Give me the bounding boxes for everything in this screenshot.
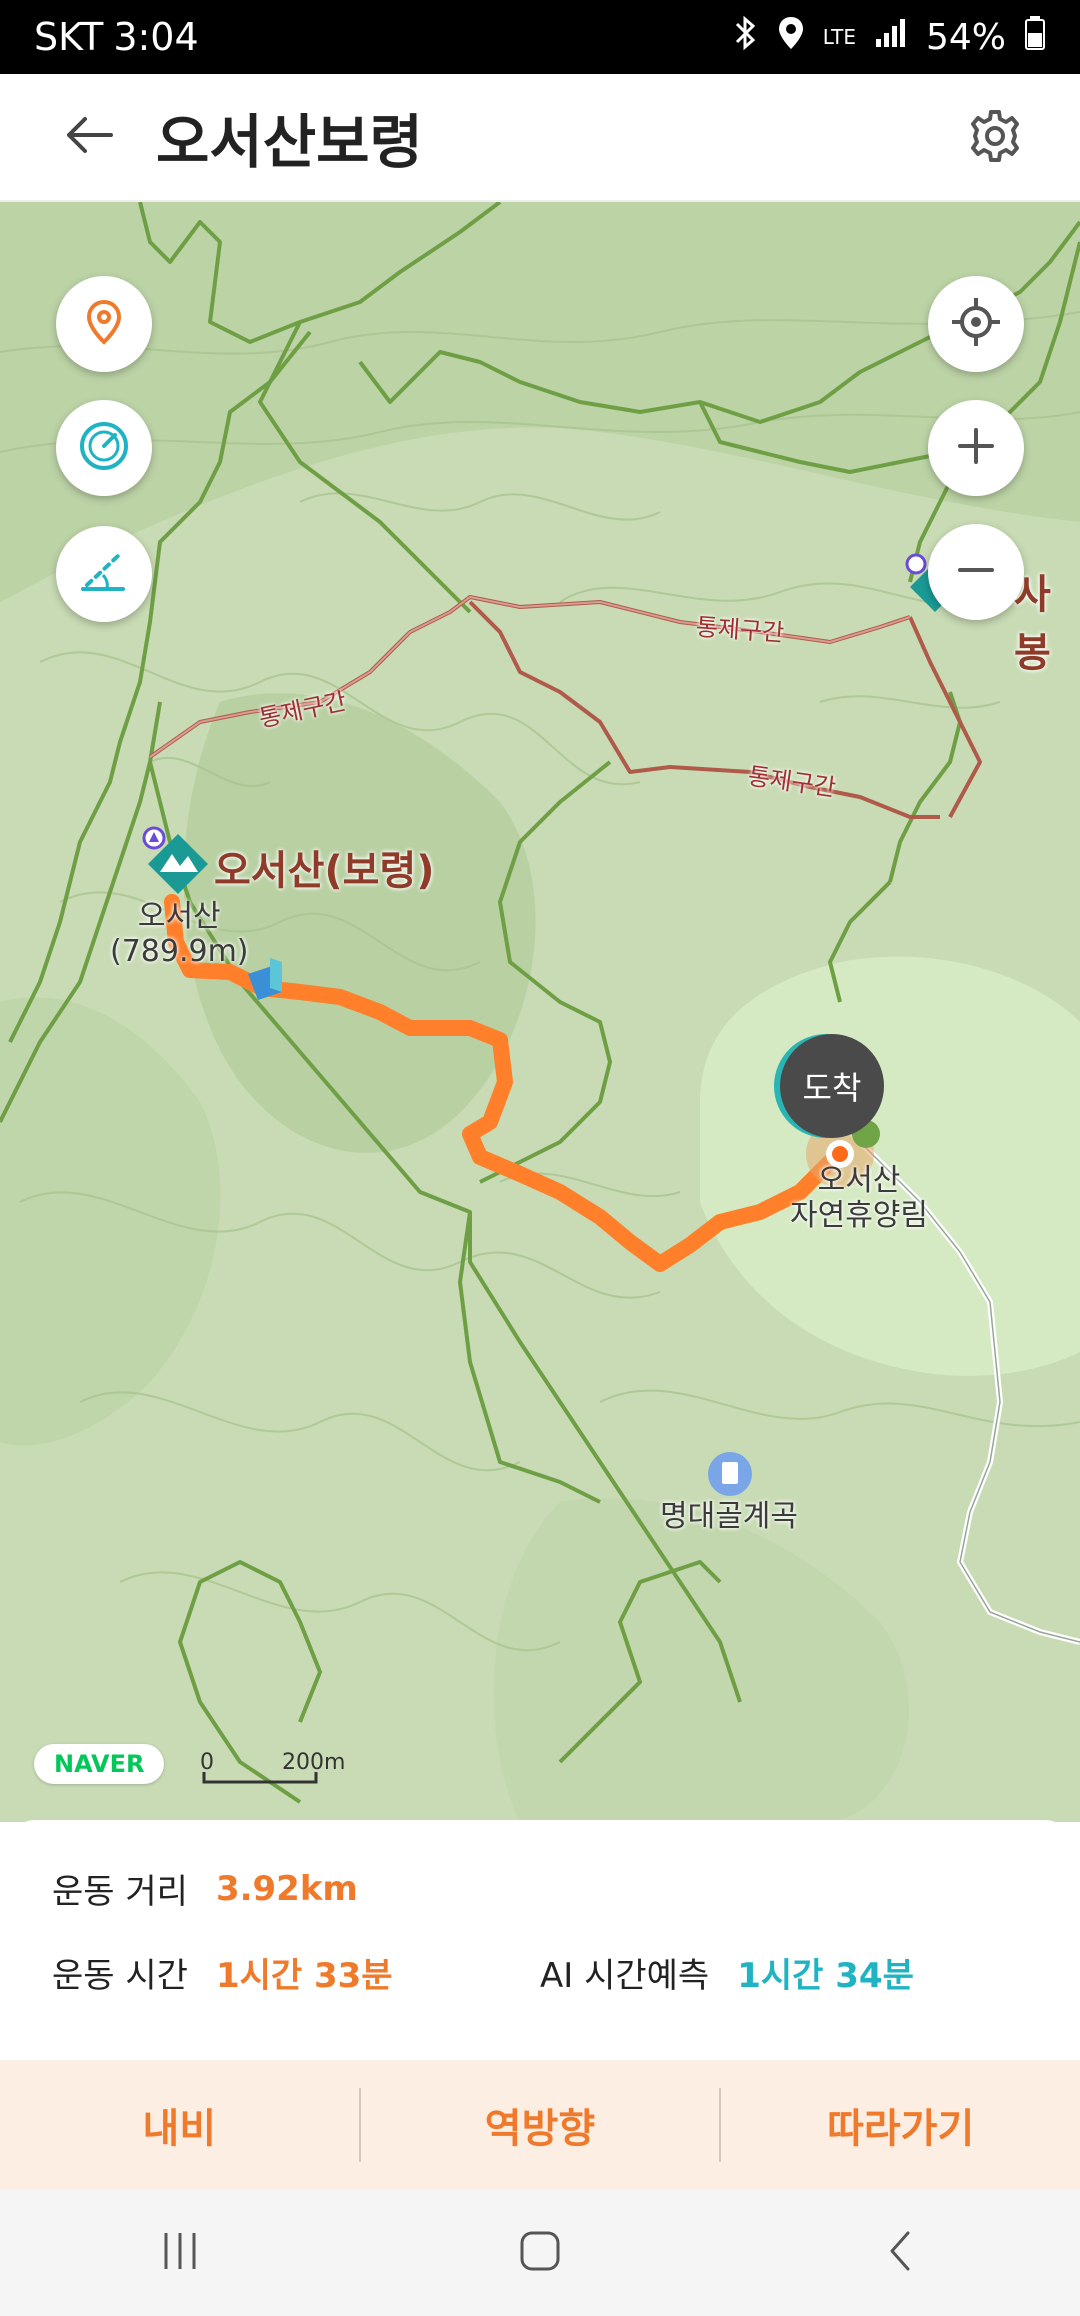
peak-elevation-label: 오서산 (789.9m) (110, 899, 249, 969)
battery-percent: 54% (925, 16, 1006, 58)
speed-button[interactable] (56, 400, 152, 496)
crosshair-icon (950, 296, 1002, 352)
system-nav-bar (0, 2190, 1080, 2316)
naver-logo: NAVER (34, 1744, 165, 1784)
status-bar: SKT 3:04 LTE 54% (0, 0, 1080, 74)
edge-place-label: 사봉 (1014, 572, 1051, 676)
chevron-left-icon (882, 2227, 918, 2279)
ai-prediction-label: AI 시간예측 (540, 1956, 710, 1996)
navi-button[interactable]: 내비 (0, 2060, 359, 2190)
forest-label: 오서산 자연휴양림 (790, 1163, 928, 1233)
ai-prediction-value: 1시간 34분 (737, 1956, 914, 1996)
scale-distance: 200m (282, 1750, 346, 1775)
distance-label: 운동 거리 (52, 1872, 188, 1912)
my-location-button[interactable] (928, 276, 1024, 372)
network-type: LTE (822, 25, 856, 49)
slope-icon (77, 545, 131, 603)
arrow-left-icon (63, 115, 115, 159)
gear-icon (967, 108, 1023, 168)
app-header: 오서산보령 (0, 74, 1080, 202)
zoom-out-button[interactable] (928, 524, 1024, 620)
peak-title-label[interactable]: 오서산(보령) (214, 838, 435, 896)
distance-stat: 운동 거리 3.92km (52, 1864, 358, 1913)
page-title: 오서산보령 (156, 108, 423, 176)
time-stat: 운동 시간 1시간 33분 (52, 1948, 393, 1997)
follow-button[interactable]: 따라가기 (721, 2060, 1080, 2190)
home-icon (516, 2227, 564, 2279)
zoom-in-button[interactable] (928, 400, 1024, 496)
back-nav-button[interactable] (840, 2213, 960, 2293)
location-pin-icon (84, 298, 124, 350)
valley-label: 명대골계곡 (660, 1499, 798, 1534)
time-label: 운동 시간 (52, 1956, 188, 1996)
minus-icon (954, 548, 998, 596)
bluetooth-icon (731, 15, 759, 60)
home-button[interactable] (480, 2213, 600, 2293)
elevation-button[interactable] (56, 526, 152, 622)
map-view[interactable]: 통제구간 통제구간 통제구간 사봉 오서산(보령) 오서산 (789.9m) 도… (0, 202, 1080, 1822)
action-bar: 내비 역방향 따라가기 (0, 2060, 1080, 2190)
destination-bubble[interactable]: 도착 (780, 1034, 884, 1138)
scale-zero: 0 (200, 1750, 214, 1775)
distance-value: 3.92km (215, 1868, 358, 1909)
stats-panel: 운동 거리 3.92km 운동 시간 1시간 33분 AI 시간예측 1시간 3… (0, 1820, 1080, 2060)
clock: 3:04 (113, 15, 199, 59)
battery-icon (1024, 15, 1046, 60)
map-terrain (0, 202, 1080, 1822)
speedometer-icon (77, 419, 131, 477)
back-button[interactable] (44, 92, 134, 182)
place-marker-button[interactable] (56, 276, 152, 372)
time-value: 1시간 33분 (215, 1956, 393, 1996)
restricted-label: 통제구간 (694, 612, 786, 648)
settings-button[interactable] (950, 93, 1040, 183)
recent-apps-icon (158, 2229, 202, 2277)
plus-icon (954, 424, 998, 472)
location-icon (777, 15, 805, 60)
recent-apps-button[interactable] (120, 2213, 240, 2293)
signal-icon (874, 17, 908, 58)
carrier-label: SKT (34, 15, 104, 59)
ai-prediction-stat: AI 시간예측 1시간 34분 (540, 1948, 914, 1997)
reverse-button[interactable]: 역방향 (361, 2060, 720, 2190)
